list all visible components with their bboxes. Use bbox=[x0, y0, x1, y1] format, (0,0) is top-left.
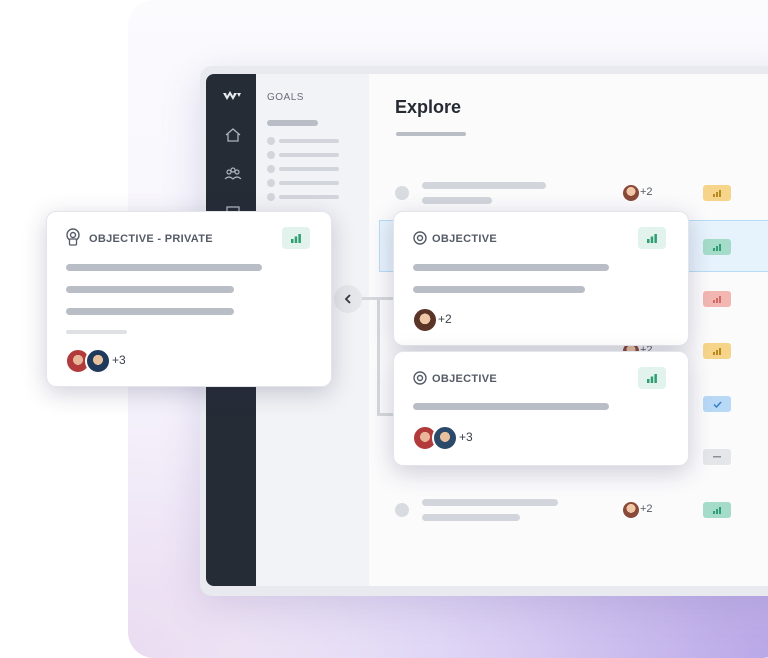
bar-chart-icon bbox=[713, 295, 721, 303]
avatar-count: +2 bbox=[640, 503, 653, 515]
goal-item[interactable] bbox=[279, 181, 339, 185]
page-title: Explore bbox=[395, 97, 462, 117]
card-text-line bbox=[413, 264, 609, 271]
chevron-left-icon bbox=[344, 294, 351, 304]
card-label: OBJECTIVE - PRIVATE bbox=[89, 233, 213, 245]
bar-chart-icon bbox=[291, 233, 301, 243]
goal-item-dot bbox=[267, 137, 275, 145]
avatar bbox=[412, 307, 438, 333]
avatar bbox=[432, 425, 458, 451]
card-text-line bbox=[66, 330, 127, 334]
status-badge[interactable] bbox=[638, 367, 666, 389]
status-badge[interactable] bbox=[703, 502, 731, 518]
status-badge[interactable] bbox=[703, 449, 731, 465]
status-badge[interactable] bbox=[282, 227, 310, 249]
avatar-count: +3 bbox=[112, 353, 126, 367]
dash-icon bbox=[713, 456, 721, 458]
status-badge[interactable] bbox=[703, 239, 731, 255]
target-icon bbox=[413, 371, 427, 385]
goal-item-dot bbox=[267, 193, 275, 201]
status-badge[interactable] bbox=[703, 396, 731, 412]
check-icon bbox=[713, 401, 722, 408]
team-icon[interactable] bbox=[224, 166, 242, 182]
row-title[interactable] bbox=[422, 499, 558, 506]
goal-item[interactable] bbox=[279, 167, 339, 171]
row-subtitle bbox=[422, 514, 520, 521]
row-subtitle bbox=[422, 197, 492, 204]
bar-chart-icon bbox=[713, 506, 721, 514]
status-badge[interactable] bbox=[703, 185, 731, 201]
status-badge[interactable] bbox=[638, 227, 666, 249]
bar-chart-icon bbox=[647, 373, 657, 383]
goal-item-dot bbox=[267, 165, 275, 173]
goals-title: GOALS bbox=[267, 92, 304, 103]
card-text-line bbox=[66, 264, 262, 271]
wing-logo-icon bbox=[223, 91, 241, 100]
avatar-count: +3 bbox=[459, 430, 473, 444]
goal-item-dot bbox=[267, 179, 275, 187]
row-checkbox[interactable] bbox=[395, 186, 409, 200]
card-text-line bbox=[66, 286, 234, 293]
title-underline bbox=[396, 132, 466, 136]
bar-chart-icon bbox=[647, 233, 657, 243]
bar-chart-icon bbox=[713, 189, 721, 197]
avatar bbox=[623, 185, 639, 201]
row-checkbox[interactable] bbox=[395, 503, 409, 517]
goal-item[interactable] bbox=[279, 195, 339, 199]
card-text-line bbox=[413, 403, 609, 410]
avatar bbox=[623, 502, 639, 518]
status-badge[interactable] bbox=[703, 291, 731, 307]
avatar-count: +2 bbox=[438, 312, 452, 326]
card-text-line bbox=[413, 286, 585, 293]
goal-item-dot bbox=[267, 151, 275, 159]
goal-item[interactable] bbox=[279, 139, 339, 143]
locked-target-icon bbox=[66, 228, 80, 246]
row-title[interactable] bbox=[422, 182, 546, 189]
avatar-count: +2 bbox=[640, 186, 653, 198]
collapse-button[interactable] bbox=[334, 285, 362, 313]
card-label: OBJECTIVE bbox=[432, 233, 498, 245]
target-icon bbox=[413, 231, 427, 245]
goal-item[interactable] bbox=[279, 153, 339, 157]
bar-chart-icon bbox=[713, 243, 721, 251]
home-icon[interactable] bbox=[224, 127, 242, 143]
status-badge[interactable] bbox=[703, 343, 731, 359]
card-label: OBJECTIVE bbox=[432, 373, 498, 385]
card-text-line bbox=[66, 308, 234, 315]
goals-placeholder-heading bbox=[267, 120, 318, 126]
tree-connector bbox=[377, 297, 380, 415]
bar-chart-icon bbox=[713, 347, 721, 355]
avatar bbox=[85, 348, 111, 374]
